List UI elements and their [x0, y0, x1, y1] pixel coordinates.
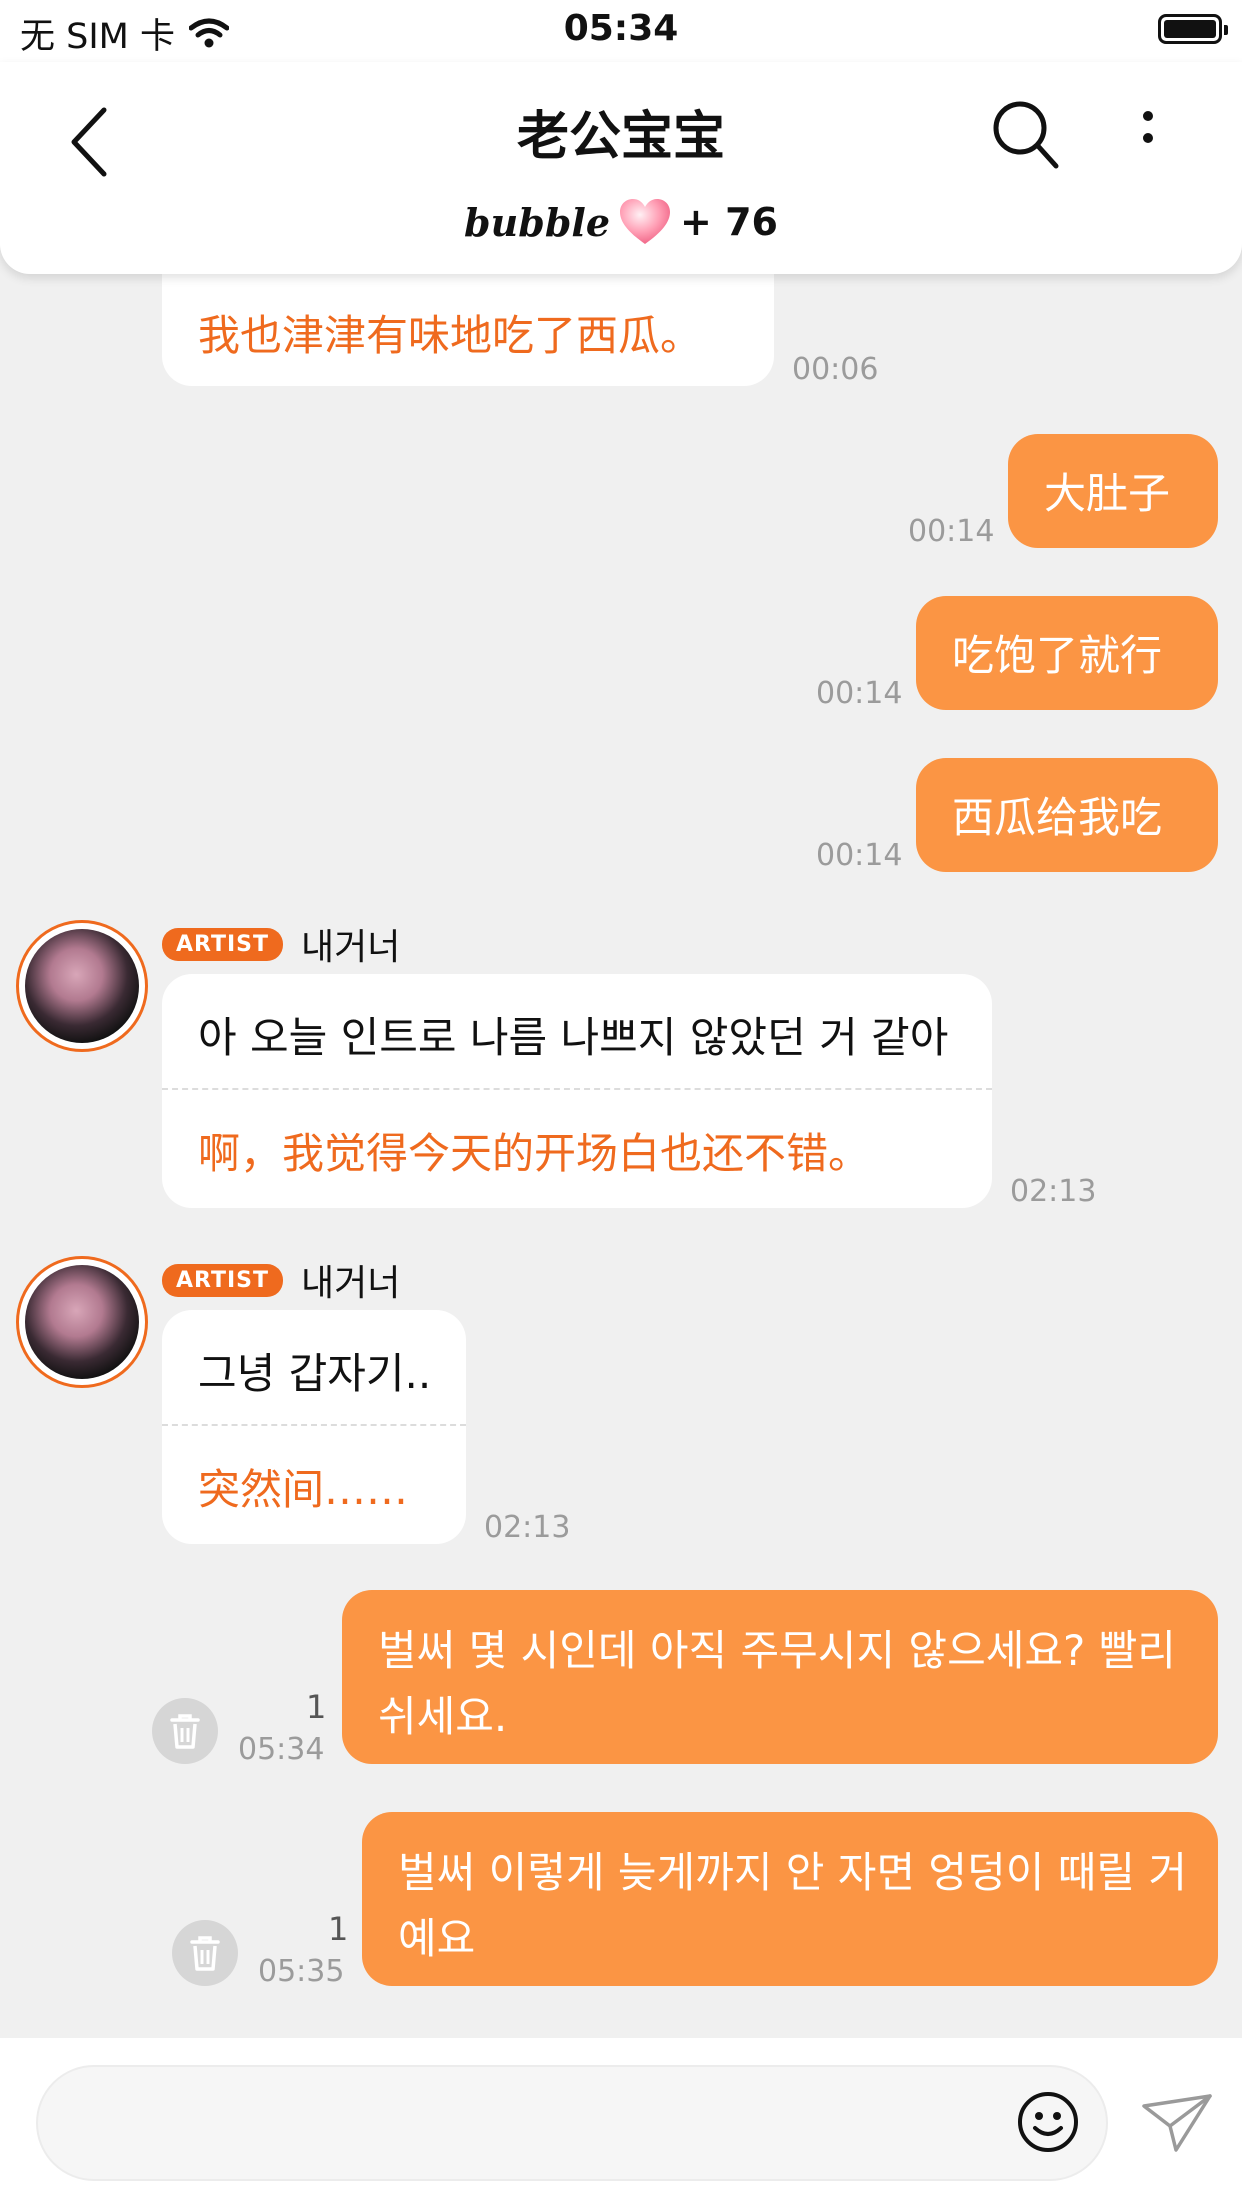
trash-glyph	[190, 1936, 220, 1971]
bubble-counter[interactable]: bubble + 76	[0, 198, 1242, 246]
emoji-icon[interactable]	[1016, 2090, 1080, 2154]
search-icon[interactable]	[990, 96, 1060, 172]
message-text-line: 쉬세요.	[378, 1692, 508, 1741]
message-time: 00:14	[908, 514, 995, 549]
artist-badge: ARTIST	[162, 1263, 284, 1297]
composer-bar	[0, 2038, 1242, 2208]
message-input[interactable]	[36, 2065, 1108, 2181]
artist-badge: ARTIST	[162, 927, 284, 961]
message-text-line: 벌써 이렇게 늦게까지 안 자면 엉덩이 때릴 거	[398, 1848, 1187, 1897]
message-text: 아 오늘 인트로 나름 나쁘지 않았던 거 같아	[198, 1013, 949, 1062]
avatar-image	[25, 1265, 139, 1379]
message-time: 00:14	[816, 838, 903, 873]
avatar[interactable]	[16, 1256, 148, 1388]
message-time: 05:35	[258, 1954, 345, 1989]
translation-divider	[162, 1424, 466, 1426]
message-bubble-outgoing[interactable]: 벌써 이렇게 늦게까지 안 자면 엉덩이 때릴 거 예요	[362, 1812, 1218, 1986]
message-text: 西瓜给我吃	[952, 793, 1163, 842]
status-time: 05:34	[563, 8, 679, 49]
sender-row: ARTIST 내거너	[162, 1254, 400, 1306]
message-bubble-outgoing[interactable]: 벌써 몇 시인데 아직 주무시지 않으세요? 빨리 쉬세요.	[342, 1590, 1218, 1764]
battery-icon	[1158, 14, 1228, 44]
message-text: 그녕 갑자기..	[198, 1349, 432, 1398]
unread-count: 1	[306, 1688, 327, 1726]
message-text: 大肚子	[1044, 469, 1171, 518]
message-translation: 突然间……	[198, 1465, 409, 1514]
unread-count: 1	[328, 1910, 349, 1948]
message-text-line: 벌써 몇 시인데 아직 주무시지 않으세요? 빨리	[378, 1626, 1176, 1675]
message-bubble-incoming[interactable]: 그녕 갑자기.. 突然间……	[162, 1310, 466, 1544]
avatar[interactable]	[16, 920, 148, 1052]
status-bar: 无 SIM 卡 05:34	[0, 0, 1242, 62]
trash-icon[interactable]	[152, 1698, 218, 1764]
message-text: 吃饱了就行	[952, 631, 1163, 680]
message-time: 00:14	[816, 676, 903, 711]
translation-divider	[162, 1088, 992, 1090]
sender-row: ARTIST 내거너	[162, 918, 400, 970]
sender-name: 내거너	[301, 1263, 401, 1304]
message-bubble-outgoing[interactable]: 吃饱了就行	[916, 596, 1218, 710]
message-time: 02:13	[1010, 1174, 1097, 1209]
message-bubble-outgoing[interactable]: 西瓜给我吃	[916, 758, 1218, 872]
trash-icon[interactable]	[172, 1920, 238, 1986]
message-translation: 我也津津有味地吃了西瓜。	[198, 311, 703, 360]
bubble-count: + 76	[680, 200, 778, 244]
send-icon[interactable]	[1140, 2092, 1214, 2154]
message-time: 02:13	[484, 1510, 571, 1545]
more-vertical-icon[interactable]	[1130, 98, 1166, 174]
heart-icon	[620, 199, 670, 244]
message-bubble-incoming[interactable]: 아 오늘 인트로 나름 나쁘지 않았던 거 같아 啊，我觉得今天的开场白也还不错…	[162, 974, 992, 1208]
sender-name: 내거너	[301, 927, 401, 968]
chat-header: 老公宝宝 bubble + 76	[0, 62, 1242, 274]
message-bubble-outgoing[interactable]: 大肚子	[1008, 434, 1218, 548]
message-text-line: 예요	[398, 1914, 476, 1963]
avatar-image	[25, 929, 139, 1043]
message-time: 00:06	[792, 352, 879, 387]
trash-glyph	[170, 1714, 200, 1749]
message-translation: 啊，我觉得今天的开场白也还不错。	[198, 1129, 871, 1178]
message-time: 05:34	[238, 1732, 325, 1767]
bubble-logo: bubble	[464, 199, 610, 245]
